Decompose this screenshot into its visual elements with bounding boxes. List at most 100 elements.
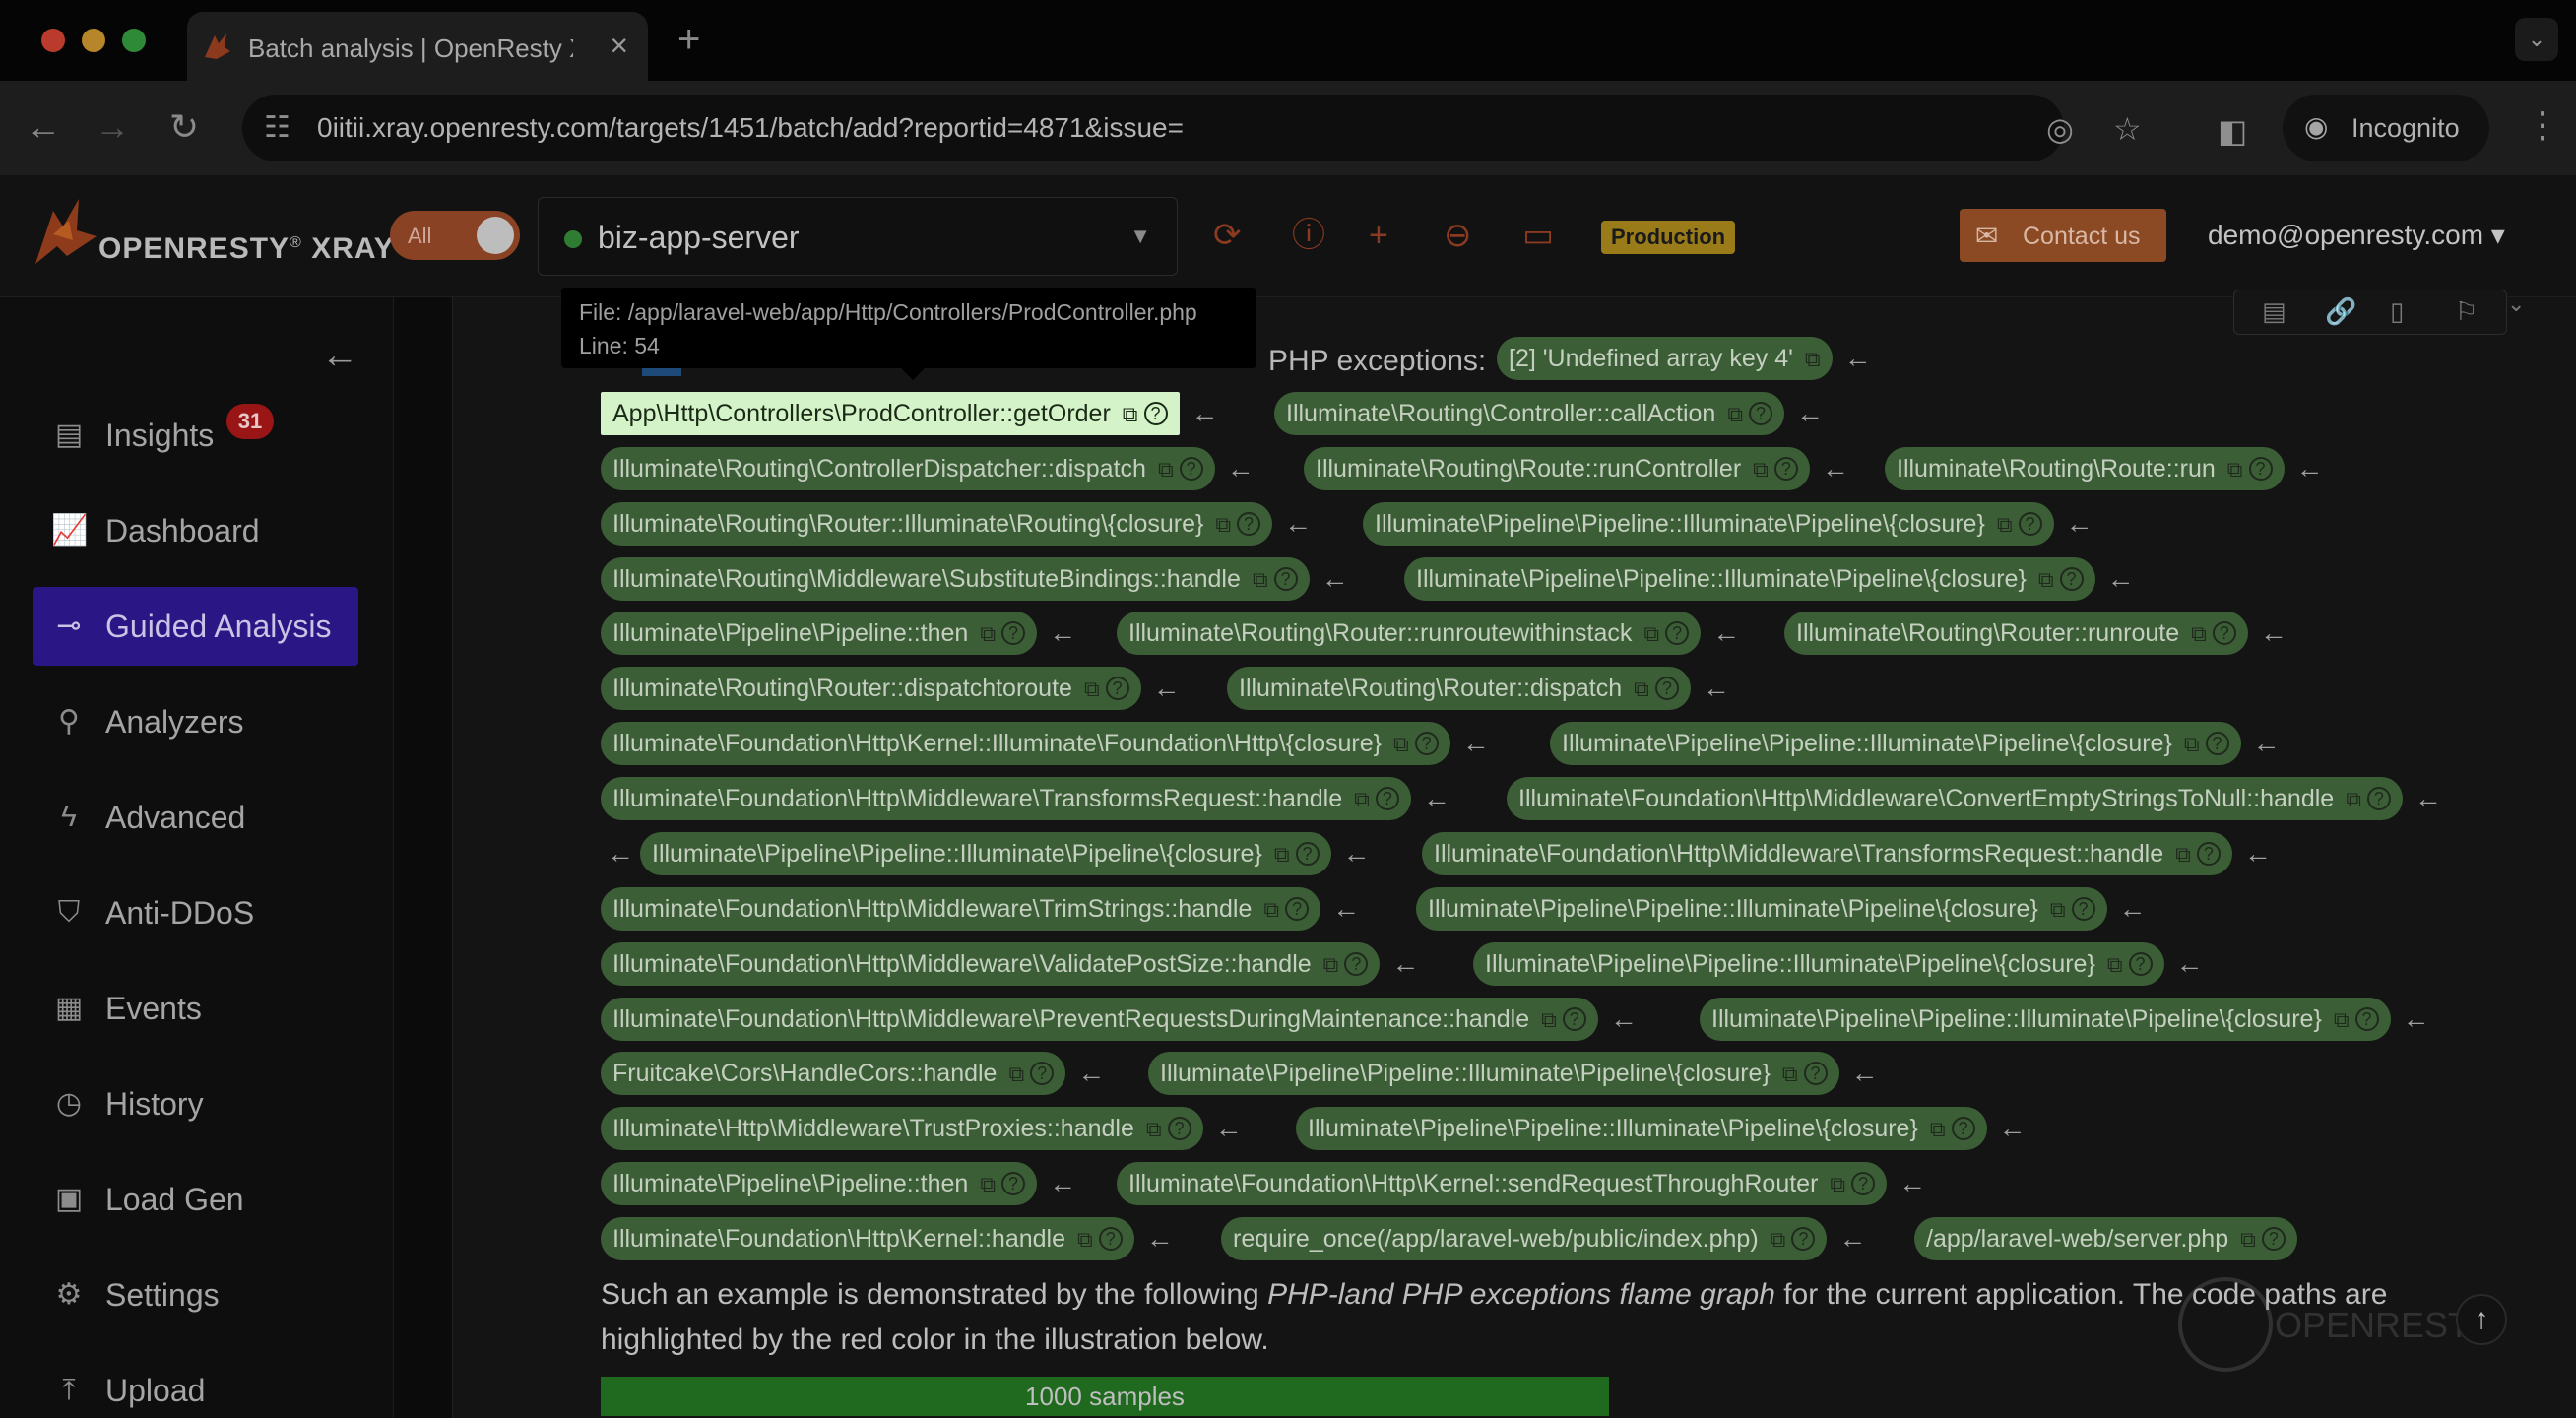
help-icon[interactable]: ? — [1285, 897, 1310, 921]
copy-icon[interactable]: ⧉ — [1158, 448, 1174, 491]
sidebar-item-history[interactable]: ◷ History — [33, 1064, 358, 1143]
link-icon[interactable]: 🔗 — [2325, 296, 2356, 327]
copy-icon[interactable]: ⧉ — [1997, 503, 2013, 547]
stack-frame-chip[interactable]: Fruitcake\Cors\HandleCors::handle ⧉? — [601, 1052, 1066, 1095]
side-panel-icon[interactable]: ◧ — [2218, 112, 2247, 150]
help-icon[interactable]: ? — [1167, 1117, 1191, 1140]
stack-frame-chip[interactable]: Illuminate\Pipeline\Pipeline::Illuminate… — [1404, 557, 2095, 601]
copy-icon[interactable]: ⧉ — [2334, 999, 2350, 1042]
help-icon[interactable]: ? — [1773, 457, 1798, 481]
help-icon[interactable]: ? — [1654, 677, 1679, 700]
tab-close-icon[interactable]: × — [610, 28, 628, 64]
stack-frame-chip[interactable]: Illuminate\Pipeline\Pipeline::Illuminate… — [1363, 502, 2054, 546]
copy-icon[interactable]: ⧉ — [1077, 1218, 1093, 1261]
scroll-to-top-button[interactable]: ↑ — [2456, 1294, 2507, 1345]
help-icon[interactable]: ? — [2205, 732, 2229, 755]
help-icon[interactable]: ? — [1179, 457, 1203, 481]
stack-frame-chip[interactable]: Illuminate\Foundation\Http\Kernel::sendR… — [1117, 1162, 1888, 1206]
sidebar-item-guided-analysis[interactable]: ⊸ Guided Analysis — [33, 587, 358, 666]
stack-frame-chip[interactable]: Illuminate\Foundation\Http\Kernel::Illum… — [601, 722, 1450, 765]
copy-icon[interactable]: ⧉ — [1805, 338, 1821, 381]
stack-frame-chip[interactable]: Illuminate\Routing\Router::runroutewithi… — [1117, 612, 1702, 656]
help-icon[interactable]: ? — [1951, 1117, 1975, 1140]
info-icon[interactable]: ⓘ — [1292, 219, 1325, 252]
stack-frame-chip[interactable]: Illuminate\Pipeline\Pipeline::Illuminate… — [1550, 722, 2241, 765]
reload-icon[interactable]: ↻ — [169, 106, 199, 148]
minimize-window-button[interactable] — [82, 29, 105, 52]
stack-frame-chip[interactable]: Illuminate\Routing\Router::dispatch ⧉? — [1227, 667, 1691, 710]
copy-icon[interactable]: ⧉ — [1541, 999, 1557, 1042]
help-icon[interactable]: ? — [2018, 512, 2042, 536]
stack-frame-chip[interactable]: Illuminate\Pipeline\Pipeline::Illuminate… — [1148, 1052, 1839, 1095]
help-icon[interactable]: ? — [2261, 1227, 2286, 1251]
help-icon[interactable]: ? — [2248, 457, 2273, 481]
add-icon[interactable]: + — [1369, 219, 1388, 252]
help-icon[interactable]: ? — [2354, 1007, 2379, 1031]
sidebar-item-settings[interactable]: ⚙ Settings — [33, 1256, 358, 1334]
sidebar-item-analyzers[interactable]: ⚲ Analyzers — [33, 682, 358, 761]
copy-icon[interactable]: ⧉ — [2240, 1218, 2256, 1261]
copy-icon[interactable]: ⧉ — [1084, 668, 1100, 711]
omnibox[interactable]: ☷ 0iitii.xray.openresty.com/targets/1451… — [242, 95, 2142, 161]
stack-frame-chip[interactable]: Illuminate\Foundation\Http\Kernel::handl… — [601, 1217, 1134, 1260]
help-icon[interactable]: ? — [1030, 1062, 1055, 1085]
tab-search-chevron-icon[interactable]: ⌄ — [2515, 18, 2558, 61]
refresh-icon[interactable]: ⟳ — [1213, 219, 1242, 252]
new-tab-icon[interactable]: + — [677, 18, 700, 62]
copy-icon[interactable]: ⧉ — [1274, 833, 1290, 876]
copy-icon[interactable]: ⧉ — [1634, 668, 1649, 711]
stack-frame-chip[interactable]: Illuminate\Routing\Router::Illuminate\Ro… — [601, 502, 1273, 547]
help-icon[interactable]: ? — [1237, 512, 1261, 536]
browser-tab[interactable]: Batch analysis | OpenResty X × — [187, 12, 648, 81]
copy-icon[interactable]: ⧉ — [1215, 503, 1231, 547]
help-icon[interactable]: ? — [2071, 897, 2095, 921]
help-icon[interactable]: ? — [1344, 952, 1369, 976]
help-icon[interactable]: ? — [1791, 1227, 1816, 1251]
sidebar-item-dashboard[interactable]: 📈 Dashboard — [33, 491, 358, 570]
expand-chevron-icon[interactable]: ⌄ — [2507, 291, 2525, 317]
copy-icon[interactable]: ⧉ — [1253, 558, 1268, 602]
copy-icon[interactable]: ⧉ — [1930, 1108, 1946, 1151]
stack-frame-chip[interactable]: Illuminate\Pipeline\Pipeline::Illuminate… — [640, 832, 1331, 875]
flame-graph-root-bar[interactable]: 1000 samples — [601, 1377, 1609, 1416]
stack-frame-chip[interactable]: Illuminate\Foundation\Http\Middleware\Pr… — [601, 998, 1598, 1041]
copy-icon[interactable]: ⧉ — [980, 1163, 996, 1206]
help-icon[interactable]: ? — [1295, 842, 1320, 866]
help-icon[interactable]: ? — [2128, 952, 2153, 976]
help-icon[interactable]: ? — [1001, 1172, 1026, 1195]
copy-icon[interactable]: ⧉ — [2175, 833, 2191, 876]
stack-frame-chip[interactable]: Illuminate\Routing\Middleware\Substitute… — [601, 557, 1310, 601]
copy-icon[interactable]: ⧉ — [2038, 558, 2054, 602]
forward-icon[interactable]: → — [95, 106, 130, 148]
tracking-protection-icon[interactable]: ◎ — [2046, 110, 2074, 148]
stack-frame-chip[interactable]: Illuminate\Pipeline\Pipeline::then ⧉? — [601, 1162, 1038, 1206]
help-icon[interactable]: ? — [1273, 567, 1298, 591]
remove-icon[interactable]: ⊖ — [1444, 219, 1472, 252]
stack-frame-chip[interactable]: Illuminate\Routing\ControllerDispatcher:… — [601, 447, 1215, 490]
copy-icon[interactable]: ⧉ — [2191, 612, 2207, 656]
help-icon[interactable]: ? — [1562, 1007, 1586, 1031]
copy-icon[interactable]: ⧉ — [1263, 888, 1279, 932]
copy-icon[interactable]: ⧉ — [2107, 943, 2123, 987]
stack-frame-chip[interactable]: Illuminate\Foundation\Http\Middleware\Tr… — [601, 887, 1321, 932]
bookmark-star-icon[interactable]: ☆ — [2113, 110, 2142, 148]
copy-icon[interactable]: ⧉ — [1830, 1163, 1845, 1206]
stack-frame-chip[interactable]: require_once(/app/laravel-web/public/ind… — [1221, 1217, 1828, 1260]
copy-icon[interactable]: ⧉ — [1146, 1108, 1162, 1151]
delete-icon[interactable]: ▯ — [2390, 296, 2404, 327]
sidebar-item-anti-ddos[interactable]: ⛉ Anti-DDoS — [33, 873, 358, 952]
copy-icon[interactable]: ⧉ — [1782, 1053, 1798, 1096]
stack-frame-chip[interactable]: Illuminate\Foundation\Http\Middleware\Va… — [601, 942, 1381, 986]
copy-icon[interactable]: ⧉ — [1643, 612, 1659, 656]
help-icon[interactable]: ? — [1851, 1172, 1876, 1195]
copy-icon[interactable]: ⧉ — [1753, 448, 1769, 491]
exception-message-chip[interactable]: [2] 'Undefined array key 4' ⧉ — [1497, 337, 1833, 380]
stack-frame-chip[interactable]: /app/laravel-web/server.php ⧉? — [1914, 1217, 2297, 1260]
maximize-window-button[interactable] — [122, 29, 146, 52]
close-window-button[interactable] — [41, 29, 65, 52]
stack-frame-chip[interactable]: Illuminate\Routing\Router::dispatchtorou… — [601, 667, 1141, 710]
help-icon[interactable]: ? — [1105, 677, 1129, 700]
help-icon[interactable]: ? — [2212, 621, 2236, 645]
contact-us-button[interactable]: ✉ Contact us — [1960, 209, 2166, 262]
sidebar-item-upload[interactable]: ⤒ Upload — [33, 1351, 358, 1418]
